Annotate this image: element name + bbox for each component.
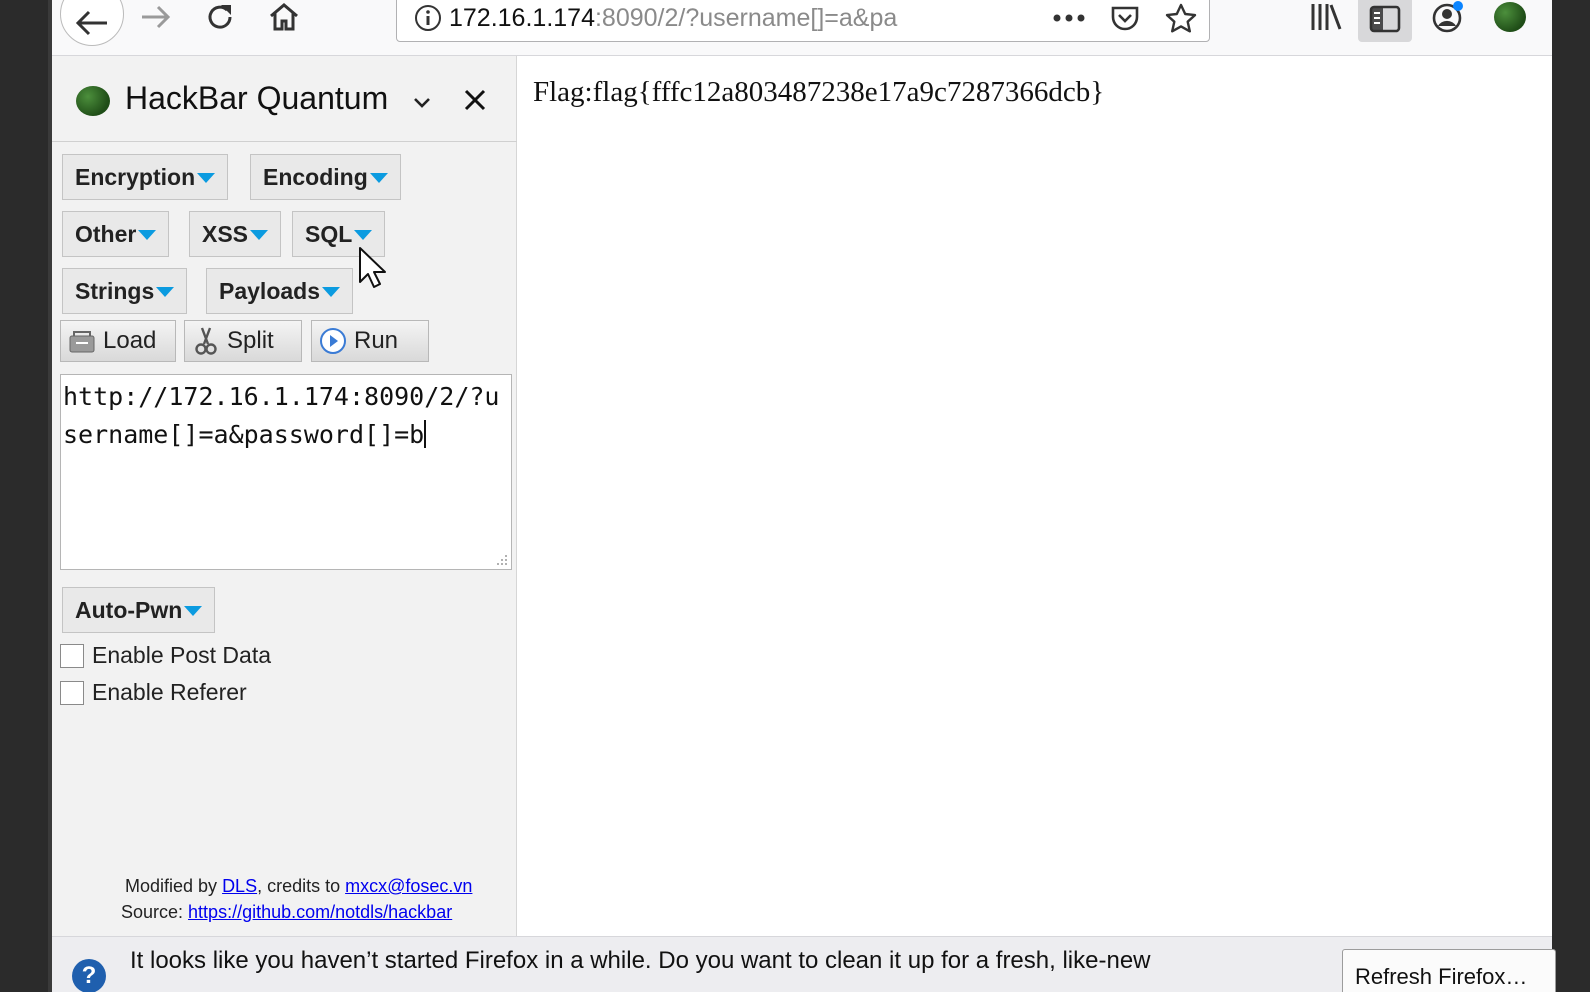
enable-referer-label: Enable Referer <box>92 679 247 705</box>
chevron-down-icon[interactable] <box>410 90 434 114</box>
more-dots-icon[interactable] <box>1041 0 1097 38</box>
load-icon <box>67 326 97 356</box>
split-button[interactable]: Split <box>184 320 302 362</box>
menu-label: SQL <box>305 220 353 247</box>
dls-link[interactable]: DLS <box>222 876 257 896</box>
run-button[interactable]: Run <box>311 320 429 362</box>
url-textarea-value: http://172.16.1.174:8090/2/?username[]=a… <box>63 382 500 449</box>
menu-other[interactable]: Other <box>62 211 170 257</box>
dropdown-arrow-icon <box>138 230 157 240</box>
menu-label: Other <box>75 220 137 247</box>
hackbar-toolbar-button[interactable] <box>1488 0 1532 34</box>
credits-line: Modified by DLS, credits to mxcx@fosec.v… <box>125 876 472 897</box>
menu-label: Payloads <box>219 277 320 304</box>
dropdown-arrow-icon <box>156 287 175 297</box>
mouse-cursor-icon <box>359 247 386 288</box>
menu-xss[interactable]: XSS <box>189 211 282 257</box>
menu-payloads[interactable]: Payloads <box>206 268 353 314</box>
url-text[interactable]: 172.16.1.174:8090/2/?username[]=a&pa <box>449 3 997 33</box>
load-label: Load <box>103 327 157 354</box>
url-textarea[interactable]: http://172.16.1.174:8090/2/?username[]=a… <box>60 374 512 570</box>
home-button[interactable] <box>264 0 304 34</box>
library-icon <box>1311 4 1342 30</box>
home-icon <box>270 3 298 31</box>
menu-strings[interactable]: Strings <box>62 268 188 314</box>
credits-text: Modified by <box>125 876 223 896</box>
menu-label: Auto-Pwn <box>75 596 183 623</box>
hackbar-logo-icon <box>76 86 110 116</box>
dropdown-arrow-icon <box>184 606 203 616</box>
enable-post-label: Enable Post Data <box>92 642 272 668</box>
url-bar[interactable]: 172.16.1.174:8090/2/?username[]=a&pa <box>396 0 1210 42</box>
run-label: Run <box>354 327 399 354</box>
url-host: 172.16.1.174 <box>449 3 595 32</box>
close-sidebar-button[interactable] <box>457 82 493 118</box>
menu-encoding[interactable]: Encoding <box>250 154 401 200</box>
dropdown-arrow-icon <box>250 230 269 240</box>
play-icon <box>318 326 348 356</box>
split-label: Split <box>227 327 274 354</box>
sidebar-title[interactable]: HackBar Quantum <box>125 80 388 117</box>
reload-button[interactable] <box>200 0 240 34</box>
source-text: Source: <box>121 902 189 922</box>
source-line: Source: https://github.com/notdls/hackba… <box>121 902 452 923</box>
hackbar-leaf-icon <box>1494 2 1526 32</box>
sidebar-icon <box>1369 5 1401 33</box>
browser-toolbar: 172.16.1.174:8090/2/?username[]=a&pa <box>52 0 1552 56</box>
menu-label: XSS <box>202 220 249 247</box>
close-icon <box>464 89 486 111</box>
mxcx-link[interactable]: mxcx@fosec.vn <box>345 876 472 896</box>
enable-referer-checkbox[interactable] <box>60 680 84 705</box>
account-icon <box>1432 1 1463 33</box>
site-info-icon[interactable] <box>407 0 449 38</box>
pocket-icon[interactable] <box>1097 0 1153 38</box>
menu-autopwn[interactable]: Auto-Pwn <box>62 587 216 633</box>
dropdown-arrow-icon <box>197 173 216 183</box>
star-icon[interactable] <box>1153 0 1209 38</box>
account-button[interactable] <box>1426 0 1470 34</box>
hackbar-sidebar: HackBar Quantum Encryption Encoding Othe… <box>52 56 517 936</box>
flag-text: Flag:flag{fffc12a803487238e17a9c7287366d… <box>533 76 1105 108</box>
forward-arrow-icon <box>142 5 171 29</box>
credits-text: , credits to <box>257 876 346 896</box>
url-path: :8090/2/?username[]=a&pa <box>594 3 898 32</box>
help-icon: ? <box>72 959 106 992</box>
menu-label: Encryption <box>75 163 196 190</box>
back-button[interactable] <box>60 0 124 46</box>
sidebar-header: HackBar Quantum <box>52 56 517 142</box>
notification-bar: ? It looks like you haven’t started Fire… <box>52 936 1556 992</box>
notification-text: It looks like you haven’t started Firefo… <box>130 947 1151 974</box>
url-fade <box>937 3 997 33</box>
menu-encryption[interactable]: Encryption <box>62 154 229 200</box>
enable-post-checkbox[interactable] <box>60 643 84 668</box>
text-caret <box>424 420 427 448</box>
scissors-icon <box>191 326 221 356</box>
dropdown-arrow-icon <box>322 287 340 297</box>
source-link[interactable]: https://github.com/notdls/hackbar <box>188 902 452 922</box>
dropdown-arrow-icon <box>354 230 373 240</box>
menu-label: Encoding <box>263 163 368 190</box>
forward-button[interactable] <box>136 0 176 34</box>
library-button[interactable] <box>1304 0 1348 34</box>
page-content: Flag:flag{fffc12a803487238e17a9c7287366d… <box>517 56 1552 936</box>
enable-referer-row[interactable]: Enable Referer <box>60 679 247 706</box>
resize-grip-icon[interactable] <box>494 552 508 566</box>
dropdown-arrow-icon <box>369 173 388 183</box>
load-button[interactable]: Load <box>60 320 176 362</box>
refresh-firefox-button[interactable]: Refresh Firefox… <box>1342 949 1556 992</box>
desktop-right-strip <box>1552 0 1590 992</box>
desktop-left-strip <box>0 0 52 992</box>
sidebar-toggle-button[interactable] <box>1358 0 1412 42</box>
reload-icon <box>208 5 232 29</box>
back-arrow-icon <box>75 10 107 36</box>
menu-label: Strings <box>75 277 155 304</box>
enable-post-row[interactable]: Enable Post Data <box>60 642 271 669</box>
